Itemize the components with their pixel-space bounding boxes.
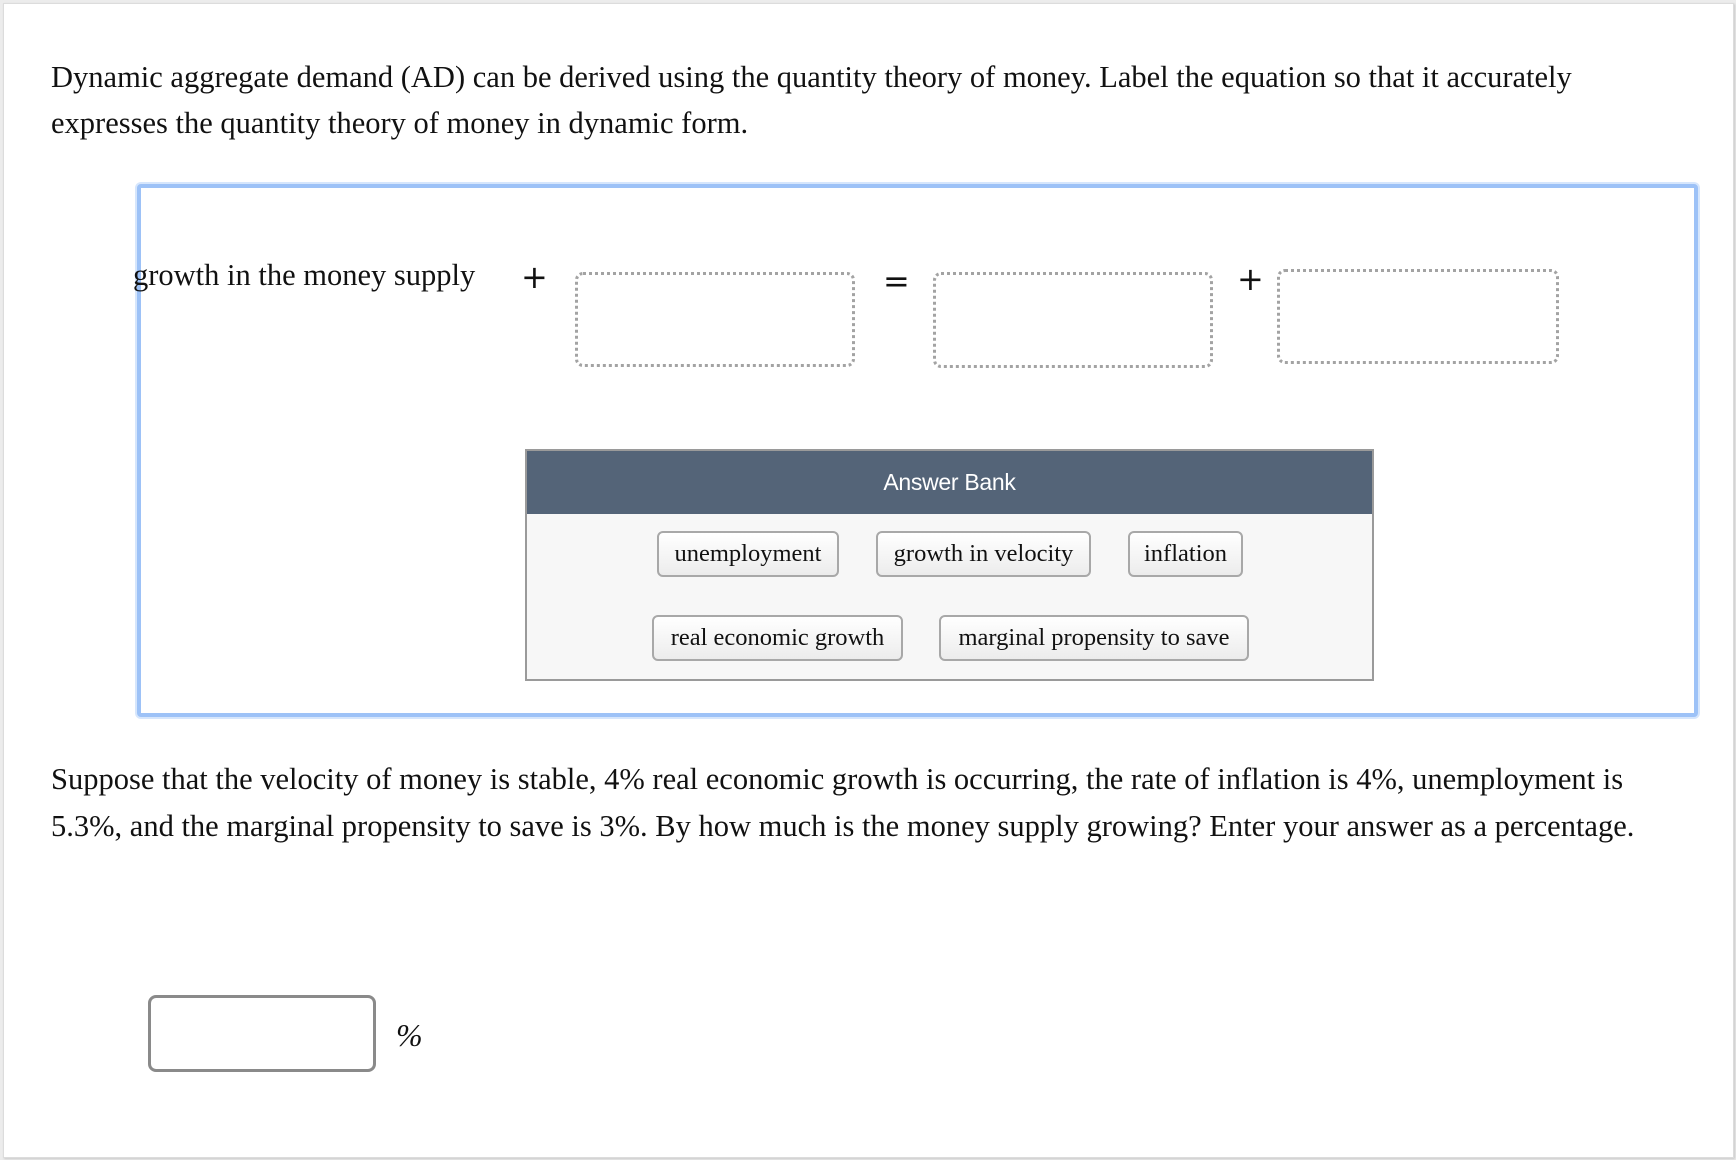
question-prompt: Dynamic aggregate demand (AD) can be der…	[51, 60, 1572, 140]
answer-chip-real-economic-growth[interactable]: real economic growth	[652, 615, 903, 661]
question-followup: Suppose that the velocity of money is st…	[51, 762, 1635, 843]
equation-left-label: growth in the money supply	[133, 258, 476, 292]
answer-bank: Answer Bank unemployment growth in veloc…	[525, 449, 1374, 681]
answer-input[interactable]	[148, 995, 376, 1072]
plus-operator: +	[521, 258, 548, 296]
answer-chip-inflation[interactable]: inflation	[1128, 531, 1243, 577]
drop-zone-1[interactable]	[575, 272, 855, 367]
equation-labeling-area: growth in the money supply + = + Answer …	[133, 184, 1698, 717]
equals-operator: =	[883, 262, 910, 300]
question-page: Dynamic aggregate demand (AD) can be der…	[3, 3, 1734, 1158]
drop-zone-3[interactable]	[1277, 269, 1559, 364]
answer-chip-marginal-propensity-to-save[interactable]: marginal propensity to save	[939, 615, 1249, 661]
answer-chip-growth-in-velocity[interactable]: growth in velocity	[876, 531, 1091, 577]
plus-operator: +	[1237, 260, 1264, 298]
drop-zone-2[interactable]	[933, 272, 1213, 368]
answer-chip-unemployment[interactable]: unemployment	[657, 531, 839, 577]
answer-bank-title: Answer Bank	[527, 451, 1372, 514]
percent-unit-label: %	[396, 1017, 423, 1053]
